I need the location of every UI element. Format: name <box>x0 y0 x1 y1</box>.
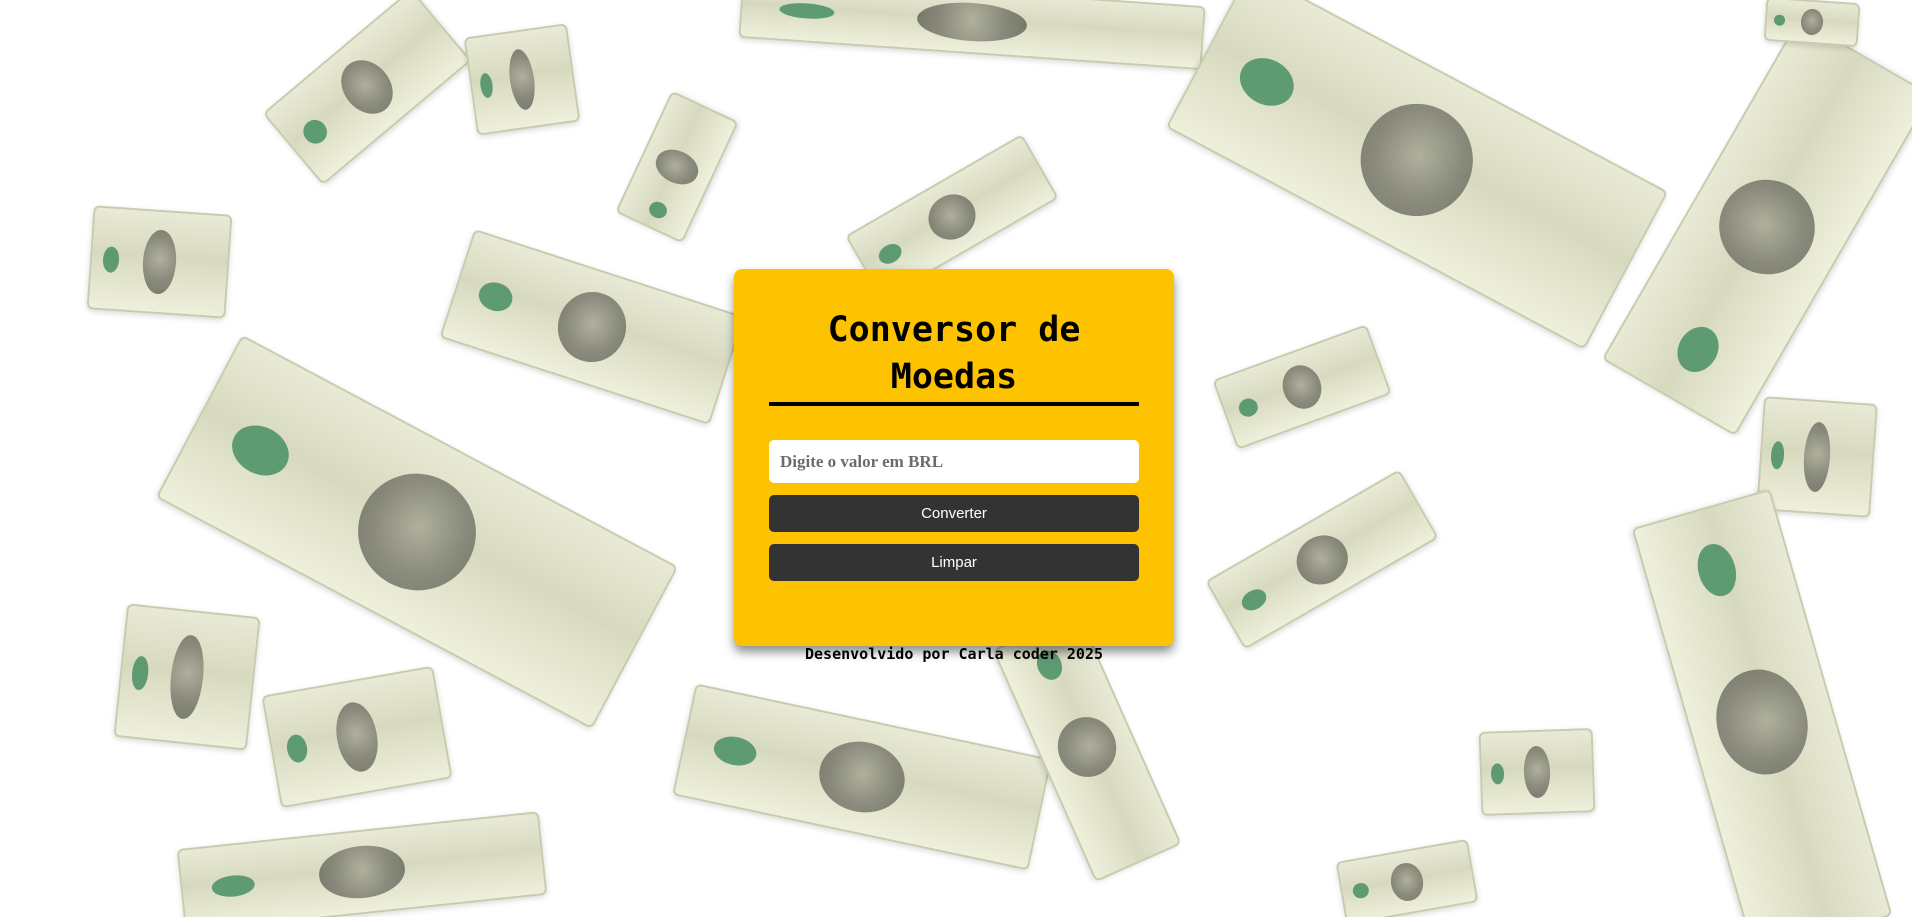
dollar-bill-image <box>1756 396 1878 518</box>
converter-card: Conversor de Moedas Converter Limpar <box>734 269 1174 646</box>
dollar-bill-image <box>463 23 581 136</box>
dollar-bill-image <box>1763 0 1861 48</box>
dollar-bill-image <box>738 0 1206 71</box>
convert-button[interactable]: Converter <box>769 495 1139 532</box>
dollar-bill-image <box>1335 838 1479 917</box>
dollar-bill-image <box>113 603 261 751</box>
dollar-bill-image <box>1478 728 1596 816</box>
dollar-bill-image <box>1165 0 1669 350</box>
footer-credit: Desenvolvido por Carla coder 2025 <box>804 645 1103 663</box>
dollar-bill-image <box>672 683 1052 871</box>
dollar-bill-image <box>176 811 548 917</box>
dollar-bill-image <box>439 228 745 426</box>
dollar-bill-image <box>262 0 472 186</box>
page-title: Conversor de Moedas <box>827 310 1081 397</box>
dollar-bill-image <box>1205 469 1439 650</box>
title-divider <box>769 402 1139 406</box>
amount-input[interactable] <box>769 440 1139 483</box>
dollar-bill-image <box>1212 324 1392 450</box>
dollar-bill-image <box>615 90 739 244</box>
dollar-bill-image <box>261 665 453 809</box>
dollar-bill-image <box>86 205 233 319</box>
clear-button[interactable]: Limpar <box>769 544 1139 581</box>
dollar-bill-image <box>1631 488 1893 917</box>
